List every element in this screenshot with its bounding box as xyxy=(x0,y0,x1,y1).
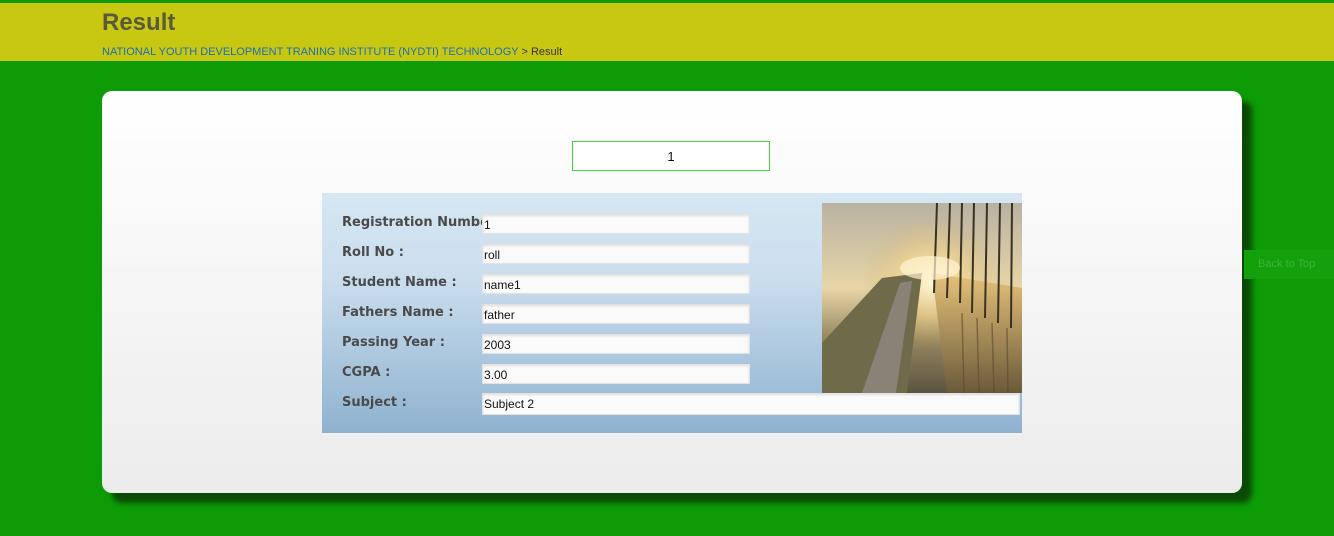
subject-value: Subject 2 xyxy=(482,393,1020,415)
breadcrumb-separator: > xyxy=(518,46,531,58)
subject-label: Subject : xyxy=(342,395,407,410)
registration-search-input[interactable] xyxy=(572,141,770,171)
breadcrumb-home-link[interactable]: NATIONAL YOUTH DEVELOPMENT TRANING INSTI… xyxy=(102,46,518,58)
page-title: Result xyxy=(102,9,176,36)
passing-year-label: Passing Year : xyxy=(342,335,445,350)
roll-no-label: Roll No : xyxy=(342,245,404,260)
registration-number-value: 1 xyxy=(482,214,750,234)
student-photo xyxy=(822,203,1022,393)
fathers-name-value: father xyxy=(482,304,750,324)
cgpa-label: CGPA : xyxy=(342,365,391,380)
roll-no-value: roll xyxy=(482,244,750,264)
passing-year-value: 2003 xyxy=(482,334,750,354)
breadcrumb: NATIONAL YOUTH DEVELOPMENT TRANING INSTI… xyxy=(102,46,562,58)
cgpa-value: 3.00 xyxy=(482,364,750,384)
breadcrumb-current: Result xyxy=(530,46,563,58)
back-to-top-button[interactable]: Back to Top xyxy=(1244,250,1334,279)
student-name-label: Student Name : xyxy=(342,275,457,290)
student-name-value: name1 xyxy=(482,274,750,294)
page-header: Result NATIONAL YOUTH DEVELOPMENT TRANIN… xyxy=(0,3,1334,61)
registration-number-label: Registration Number : xyxy=(342,215,506,230)
fathers-name-label: Fathers Name : xyxy=(342,305,454,320)
